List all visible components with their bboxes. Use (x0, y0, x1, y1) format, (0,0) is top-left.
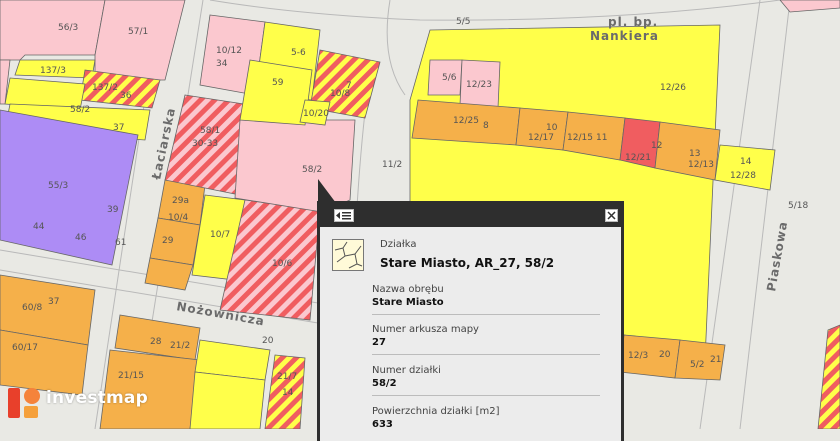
parcel-label: 58/2 (70, 105, 90, 115)
parcel-label: 34 (216, 59, 228, 69)
parcel-label: 46 (75, 233, 87, 243)
parcel-label: 14 (740, 157, 752, 167)
parcel-label: 21/7 (277, 372, 297, 382)
parcel-label: 57/1 (128, 27, 148, 37)
logo-text: investmap (46, 388, 148, 408)
parcel-label: 12/23 (466, 80, 492, 90)
list-icon (336, 212, 351, 220)
parcel-label: 10/4 (168, 213, 188, 223)
parcel-label: 37 (48, 297, 59, 307)
parcel-label: 14 (282, 388, 294, 398)
parcel-label: 8 (483, 121, 489, 131)
popup-type-label: Działka (380, 239, 417, 250)
parcel-10-4[interactable] (149, 217, 201, 266)
investmap-logo: investmap (6, 384, 156, 424)
field-value: Stare Miasto (372, 297, 444, 308)
field-divider (372, 314, 600, 315)
field-obreb: Nazwa obrębu Stare Miasto (372, 284, 600, 310)
parcel-label: 29a (172, 196, 189, 206)
field-value: 633 (372, 419, 393, 430)
parcel-label: 21/15 (118, 371, 144, 381)
plac-label-line1: pl. bp. (608, 15, 658, 29)
parcel-label: 12/26 (660, 83, 686, 93)
popup-close-button[interactable] (605, 209, 618, 222)
parcel-label: 7 (346, 81, 352, 91)
popup-header (320, 204, 621, 227)
parcel-label: 60/17 (12, 343, 38, 353)
parcel-label: 12/28 (730, 171, 756, 181)
popup-title: Stare Miasto, AR_27, 58/2 (380, 256, 555, 270)
parcel-label: 137/3 (40, 66, 66, 76)
close-icon (607, 211, 616, 220)
parcel-label: 10/6 (272, 259, 292, 269)
parcel-label: 20 (659, 350, 671, 360)
logo-mark-icon (8, 388, 40, 418)
parcel-label: 137/2 (92, 83, 118, 93)
parcel-label: 44 (33, 222, 45, 232)
parcel-label: 39 (107, 205, 119, 215)
parcel-label: 5/2 (690, 360, 704, 370)
parcel-label: 10 (546, 123, 558, 133)
parcel-label: 29 (162, 236, 174, 246)
parcel-label: 21/2 (170, 341, 190, 351)
field-label: Powierzchnia działki [m2] (372, 406, 500, 417)
parcel-label: 5/18 (788, 201, 808, 211)
parcel-label: 21 (710, 355, 721, 365)
parcel-info-popup: Działka Stare Miasto, AR_27, 58/2 Nazwa … (317, 201, 624, 441)
parcel-label: 58/1 (200, 126, 220, 136)
parcel-bottom-yellow[interactable] (189, 371, 266, 429)
parcel-label: 11 (596, 133, 607, 143)
parcel-label: 12/21 (625, 153, 651, 163)
field-label: Nazwa obrębu (372, 284, 444, 295)
parcel-label: 61 (115, 238, 126, 248)
field-divider (372, 395, 600, 396)
parcel-58-2[interactable] (234, 119, 356, 213)
parcel-label: 11/2 (382, 160, 402, 170)
parcel-label: 12/15 (567, 133, 593, 143)
parcel-label: 59 (272, 78, 284, 88)
field-label: Numer działki (372, 365, 441, 376)
parcel-label: 10/12 (216, 46, 242, 56)
field-powierzchnia: Powierzchnia działki [m2] 633 (372, 406, 600, 432)
field-arkusz: Numer arkusza mapy 27 (372, 324, 600, 350)
parcel-label: 56/3 (58, 23, 78, 33)
parcel-label: 12/25 (453, 116, 479, 126)
parcel-label: 12 (651, 141, 662, 151)
field-value: 27 (372, 337, 386, 348)
plac-label-line2: Nankiera (590, 29, 659, 43)
parcel-label: 5-6 (291, 48, 306, 58)
parcel-label: 55/3 (48, 181, 68, 191)
parcel-56-3[interactable] (0, 0, 106, 61)
field-value: 58/2 (372, 378, 397, 389)
parcel-label: 13 (689, 149, 700, 159)
parcel-label: 60/8 (22, 303, 42, 313)
parcel-label: 30-33 (192, 139, 218, 149)
parcel-label: 12/3 (628, 351, 648, 361)
parcel-12-17[interactable] (515, 107, 569, 151)
parcel-label: 12/17 (528, 133, 554, 143)
parcel-thumbnail-icon (332, 239, 364, 271)
field-dzialka: Numer działki 58/2 (372, 365, 600, 391)
popup-body: Działka Stare Miasto, AR_27, 58/2 Nazwa … (320, 227, 621, 441)
field-divider (372, 354, 600, 355)
parcel-label: 36 (120, 91, 132, 101)
parcel-label: 28 (150, 337, 162, 347)
field-label: Numer arkusza mapy (372, 324, 479, 335)
parcel-label: 58/2 (302, 165, 322, 175)
parcel-label: 5/5 (456, 17, 470, 27)
parcel-label: 10/7 (210, 230, 230, 240)
parcel-label: 12/13 (688, 160, 714, 170)
parcel-label: 20 (262, 336, 274, 346)
popup-list-button[interactable] (334, 209, 354, 222)
popup-pointer (318, 179, 336, 203)
parcel-label: 37 (113, 123, 124, 133)
parcel-label: 5/6 (442, 73, 457, 83)
parcel-label: 10/20 (303, 109, 329, 119)
